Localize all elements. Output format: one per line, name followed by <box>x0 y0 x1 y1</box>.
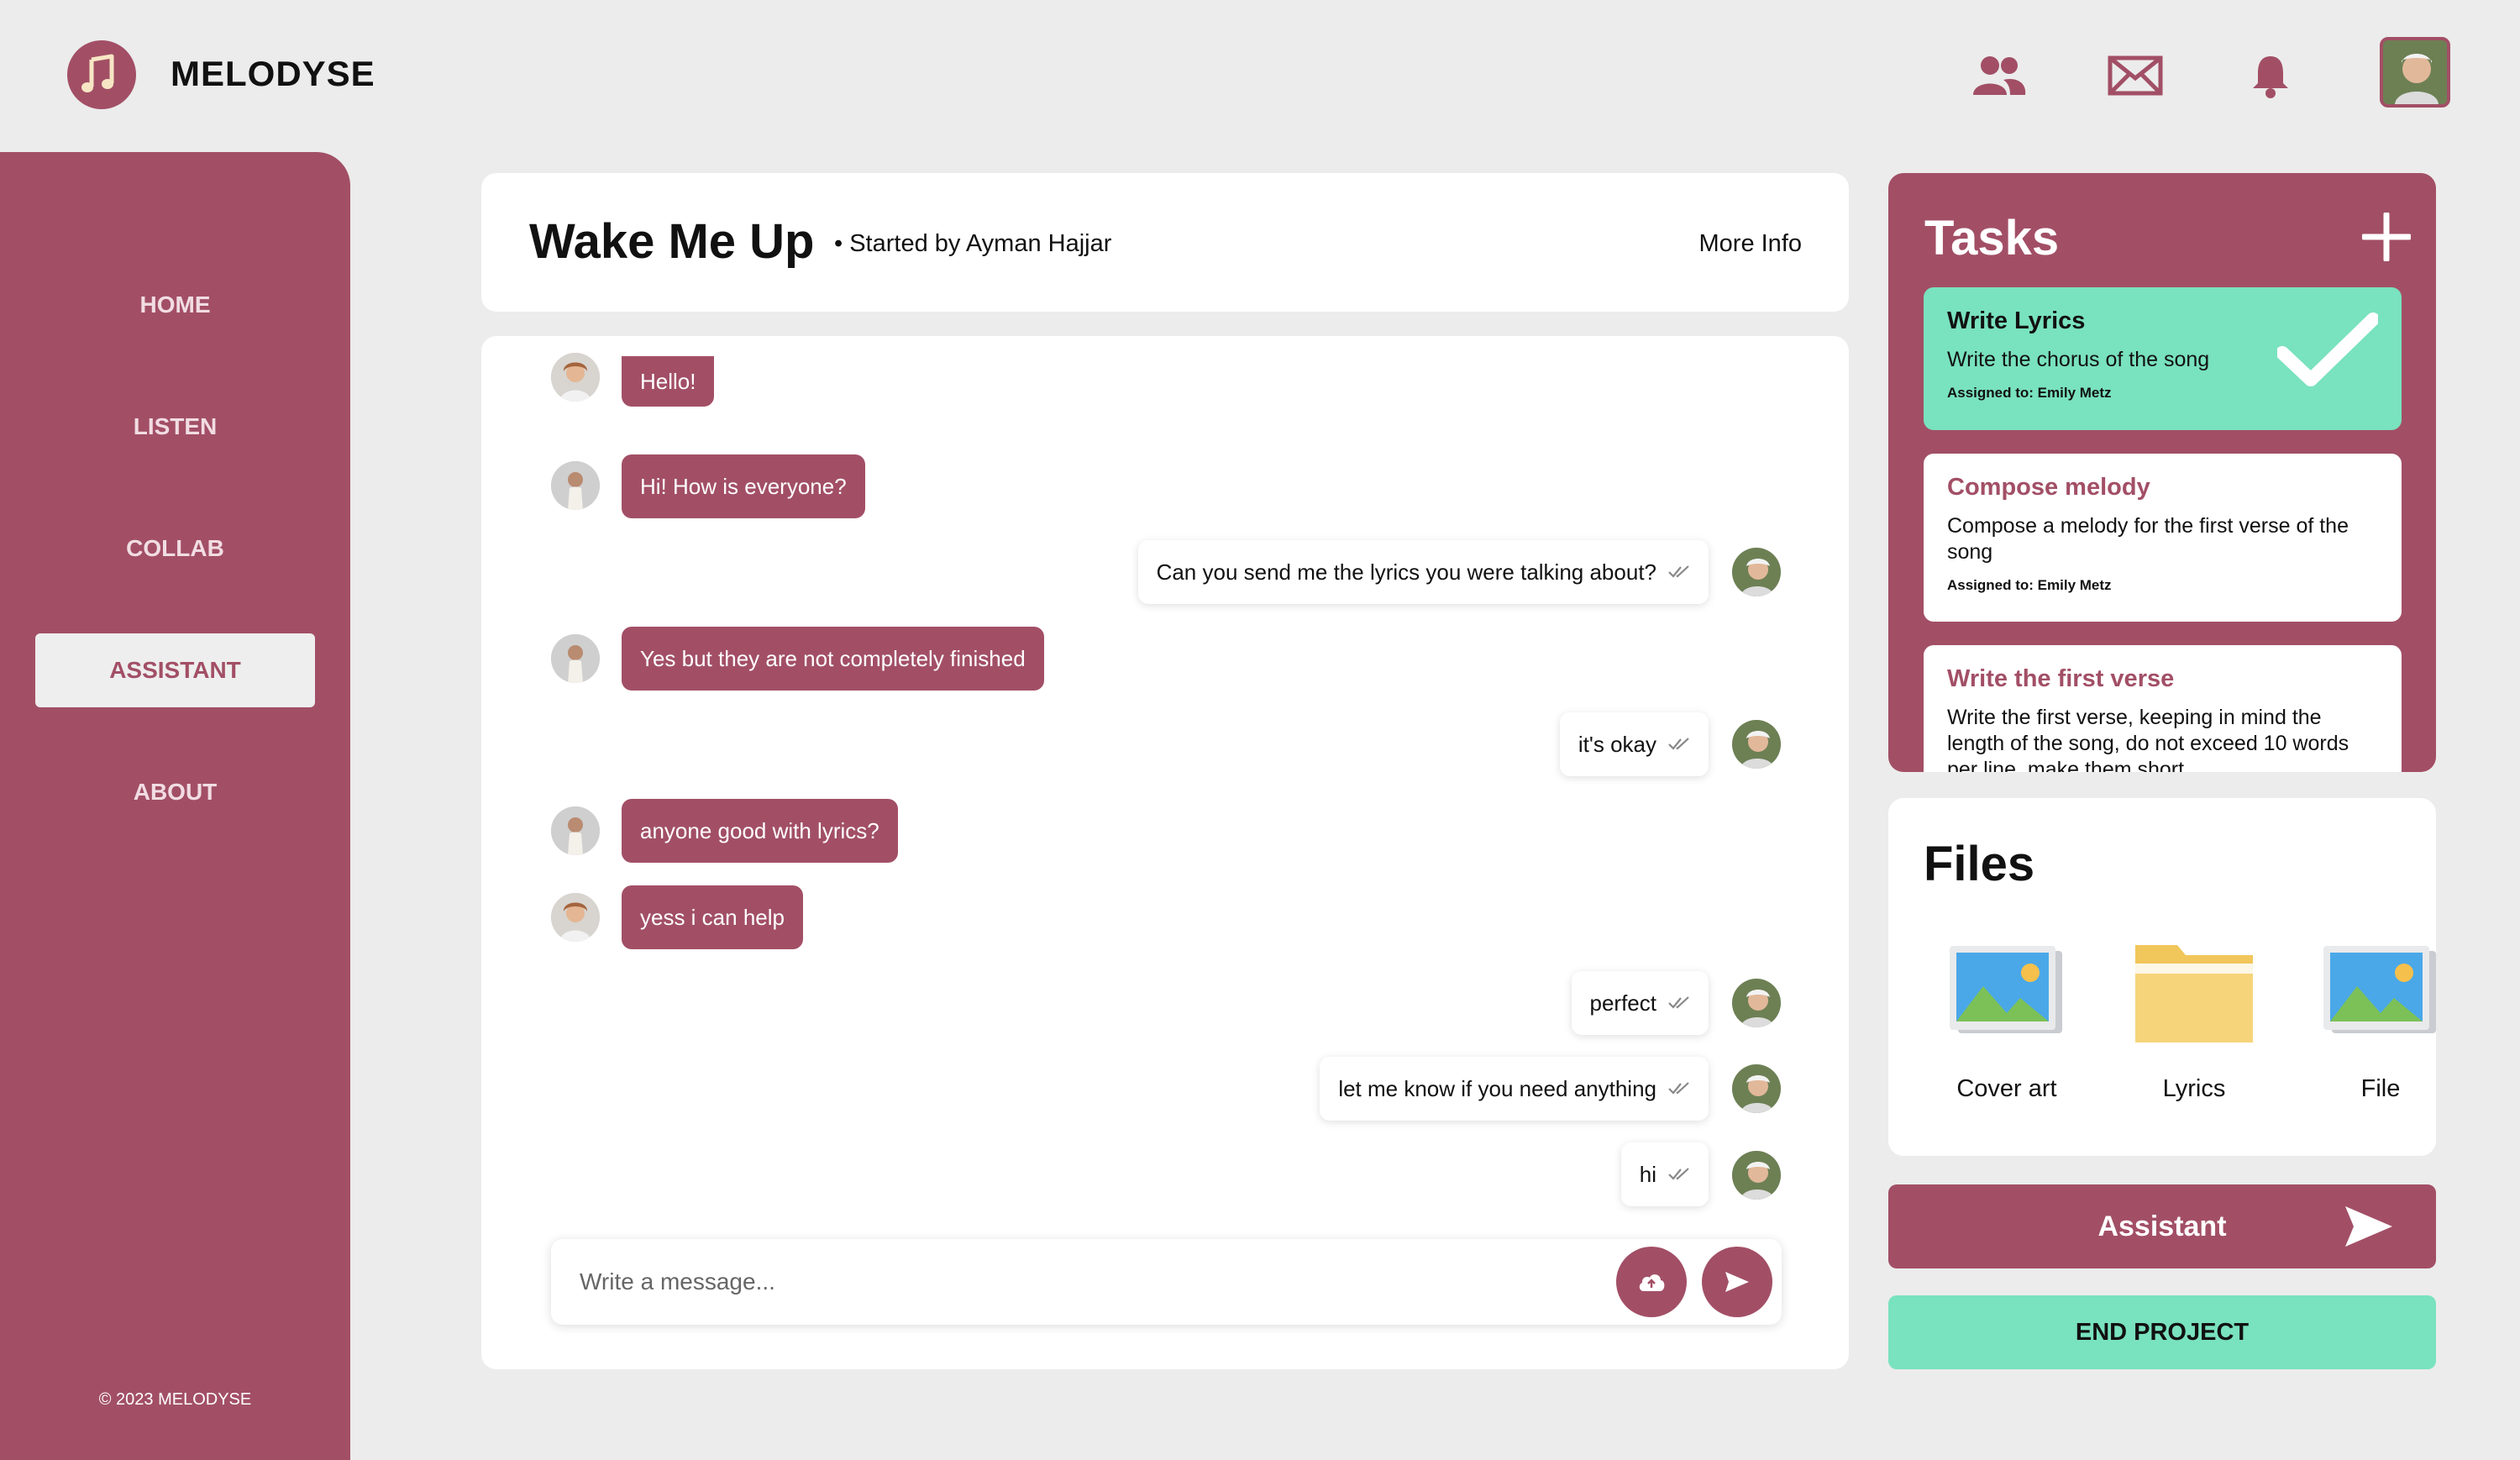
files-panel: Files Cover art Lyrics File <box>1888 798 2436 1156</box>
avatar <box>551 806 600 855</box>
message-text: it's okay <box>1578 731 1656 757</box>
double-check-icon <box>1668 1081 1690 1096</box>
task-card[interactable]: Write Lyrics Write the chorus of the son… <box>1924 287 2402 430</box>
file-label: Cover art <box>1956 1075 2057 1102</box>
file-item-cover-art[interactable]: Cover art <box>1923 932 2091 1103</box>
tasks-title: Tasks <box>1924 211 2060 265</box>
avatar <box>551 461 600 510</box>
avatar <box>1732 979 1781 1027</box>
task-name: Compose melody <box>1947 474 2150 501</box>
message-bubble-sent: Can you send me the lyrics you were talk… <box>1137 540 1709 604</box>
message-text: perfect <box>1589 990 1657 1016</box>
upload-button[interactable] <box>1616 1247 1687 1317</box>
chat-started-by: • Started by Ayman Hajjar <box>834 230 1112 257</box>
message-bubble-sent: hi <box>1620 1142 1709 1206</box>
message-composer <box>551 1239 1782 1325</box>
message-bubble: Hi! How is everyone? <box>622 454 865 518</box>
double-check-icon <box>1668 565 1690 580</box>
user-avatar[interactable] <box>2380 37 2450 108</box>
copyright: © 2023 MELODYSE <box>98 1390 252 1409</box>
music-note-icon <box>81 54 114 92</box>
file-label: File <box>2360 1075 2401 1102</box>
avatar <box>551 634 600 683</box>
message-text: Can you send me the lyrics you were talk… <box>1156 559 1656 585</box>
more-info-link[interactable]: More Info <box>1699 230 1803 258</box>
avatar <box>551 353 600 402</box>
task-description: Write the first verse, keeping in mind t… <box>1947 706 2349 772</box>
assistant-button[interactable]: Assistant <box>1888 1184 2436 1268</box>
tasks-panel: Tasks Write Lyrics Write the chorus of t… <box>1888 173 2436 772</box>
message-input[interactable] <box>580 1261 1554 1303</box>
sidebar-item-collab[interactable]: COLLAB <box>35 512 315 586</box>
message-text: hi <box>1639 1161 1656 1187</box>
message-bubble-sent: perfect <box>1571 971 1709 1035</box>
double-check-icon <box>1668 1167 1690 1182</box>
sidebar-item-home[interactable]: HOME <box>35 268 315 342</box>
avatar <box>1732 1064 1781 1113</box>
bell-icon[interactable] <box>2237 42 2304 109</box>
double-check-icon <box>1668 995 1690 1011</box>
task-name: Write the first verse <box>1947 665 2175 692</box>
file-item-file[interactable]: File <box>2297 932 2436 1103</box>
files-title: Files <box>1924 837 2035 891</box>
message-bubble: Yes but they are not completely finished <box>622 627 1044 691</box>
message-bubble: Hello! <box>622 356 715 407</box>
app-logo[interactable] <box>67 40 136 109</box>
sidebar-item-listen[interactable]: LISTEN <box>35 390 315 464</box>
double-check-icon <box>1668 737 1690 752</box>
avatar <box>1732 720 1781 769</box>
message-bubble: yess i can help <box>622 885 803 949</box>
message-bubble: anyone good with lyrics? <box>622 799 898 863</box>
send-icon <box>2344 1205 2394 1256</box>
end-project-button[interactable]: END PROJECT <box>1888 1295 2436 1369</box>
message-bubble-sent: it's okay <box>1559 712 1709 776</box>
file-item-lyrics[interactable]: Lyrics <box>2110 932 2278 1103</box>
file-label: Lyrics <box>2162 1075 2226 1102</box>
image-file-icon <box>1923 932 2091 1050</box>
image-file-icon <box>2297 932 2436 1050</box>
chat-header: Wake Me Up • Started by Ayman Hajjar Mor… <box>481 173 1849 312</box>
avatar <box>551 893 600 942</box>
checkmark-icon <box>2276 312 2380 392</box>
sidebar: HOME LISTEN COLLAB ASSISTANT ABOUT <box>0 152 350 1460</box>
chat-panel: Hello! Hi! How is everyone? Can you send… <box>481 336 1849 1369</box>
avatar <box>1732 548 1781 596</box>
task-card[interactable]: Write the first verse Write the first ve… <box>1924 645 2402 772</box>
brand-name: MELODYSE <box>171 54 375 93</box>
cloud-upload-icon <box>1639 1274 1665 1291</box>
users-icon[interactable] <box>1966 42 2033 109</box>
send-icon <box>1725 1272 1749 1292</box>
mail-icon[interactable] <box>2102 42 2169 109</box>
task-card[interactable]: Compose melody Compose a melody for the … <box>1924 454 2402 622</box>
avatar <box>1732 1151 1781 1200</box>
add-task-button[interactable] <box>2353 203 2420 270</box>
message-text: let me know if you need anything <box>1338 1075 1656 1101</box>
task-description: Compose a melody for the first verse of … <box>1947 514 2349 564</box>
sidebar-item-about[interactable]: ABOUT <box>35 755 315 829</box>
sidebar-item-assistant[interactable]: ASSISTANT <box>35 633 315 707</box>
plus-icon <box>2362 213 2411 261</box>
task-assignee: Assigned to: Emily Metz <box>1947 577 2112 593</box>
chat-title: Wake Me Up <box>529 214 815 269</box>
folder-icon <box>2110 932 2278 1050</box>
assistant-button-label: Assistant <box>2097 1210 2227 1242</box>
message-bubble-sent: let me know if you need anything <box>1320 1057 1709 1121</box>
send-button[interactable] <box>1702 1247 1772 1317</box>
